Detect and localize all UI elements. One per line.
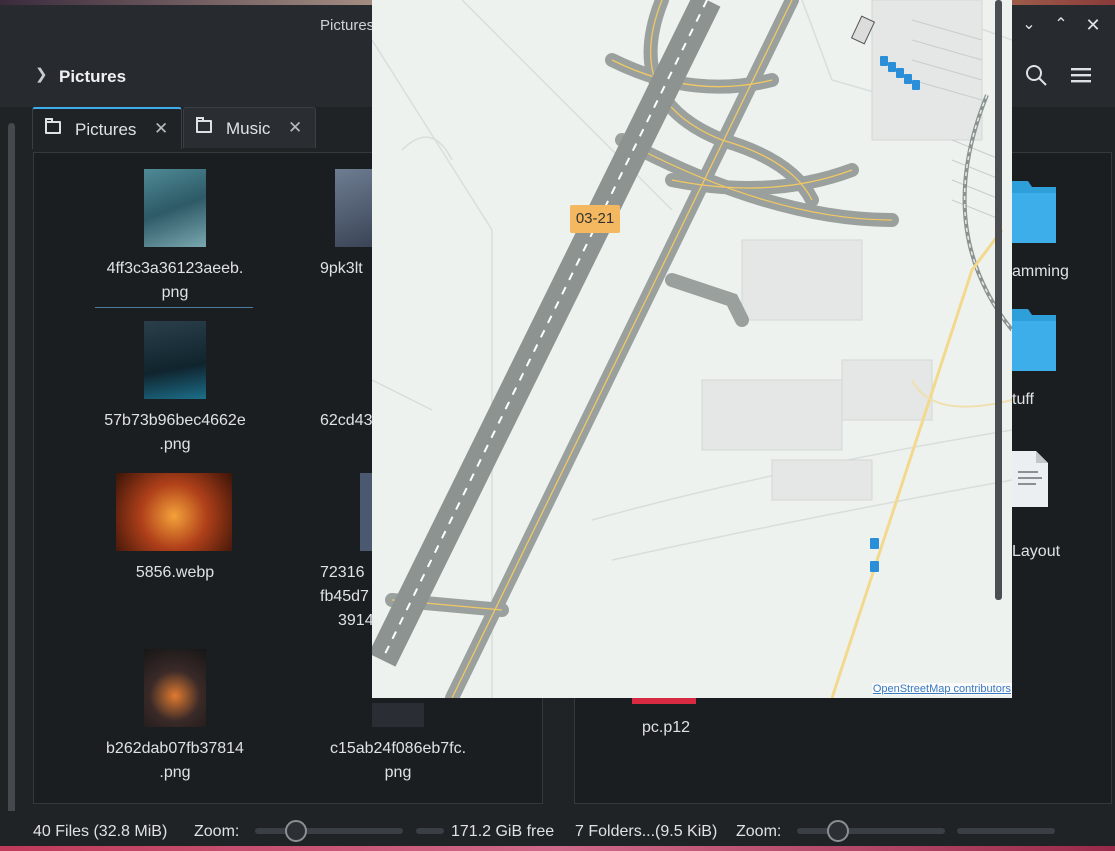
tab-pictures[interactable]: Pictures ✕ bbox=[32, 107, 182, 149]
file-name: b262dab07fb37814 bbox=[106, 740, 244, 757]
window-title: Pictures bbox=[320, 17, 375, 34]
hamburger-menu-icon[interactable] bbox=[1068, 62, 1094, 88]
folder-name: amming bbox=[1012, 263, 1069, 280]
image-thumbnail[interactable] bbox=[335, 169, 373, 247]
file-name: png bbox=[384, 764, 412, 781]
file-name: 5856.webp bbox=[135, 564, 215, 581]
file-name: 72316 bbox=[320, 564, 365, 581]
breadcrumb[interactable]: Pictures bbox=[59, 67, 126, 87]
image-thumbnail[interactable] bbox=[116, 473, 232, 551]
certificate-icon[interactable] bbox=[632, 698, 696, 704]
file-name: 62cd43 bbox=[320, 412, 373, 429]
file-name: 9pk3lt bbox=[320, 260, 363, 277]
right-space-bar bbox=[957, 828, 1055, 834]
right-zoom-label: Zoom: bbox=[736, 823, 782, 840]
right-zoom-slider[interactable] bbox=[797, 828, 945, 834]
file-name: Layout bbox=[1012, 543, 1061, 560]
selection-underline bbox=[95, 307, 253, 308]
search-icon[interactable] bbox=[1023, 62, 1049, 88]
wallpaper-bottom bbox=[0, 846, 1115, 851]
breadcrumb-chevron-icon: ❯ bbox=[35, 66, 48, 83]
image-thumbnail[interactable] bbox=[144, 321, 206, 399]
document-icon[interactable] bbox=[1012, 451, 1048, 507]
folder-icon bbox=[45, 118, 61, 134]
file-name: 3914 bbox=[338, 612, 374, 629]
tab-music[interactable]: Music ✕ bbox=[183, 107, 316, 148]
left-scrollbar[interactable] bbox=[8, 123, 15, 823]
map-scrollbar[interactable] bbox=[995, 0, 1002, 600]
file-name: pc.p12 bbox=[641, 719, 691, 736]
minimize-button[interactable]: ⌄ bbox=[1018, 14, 1040, 36]
file-name: c15ab24f086eb7fc. bbox=[329, 740, 467, 757]
tab-label: Pictures bbox=[75, 120, 137, 139]
tab-label: Music bbox=[226, 119, 271, 138]
folder-icon[interactable] bbox=[1010, 173, 1058, 249]
image-thumbnail[interactable] bbox=[144, 649, 206, 727]
tab-close-icon[interactable]: ✕ bbox=[288, 118, 302, 138]
right-zoom-handle[interactable] bbox=[827, 820, 849, 842]
map-canvas[interactable] bbox=[372, 0, 1012, 698]
file-name: .png bbox=[159, 436, 191, 453]
runway-label: 03-21 bbox=[570, 205, 620, 233]
map-attribution-link[interactable]: OpenStreetMap contributors bbox=[871, 683, 1012, 695]
left-file-count: 40 Files (32.8 MiB) bbox=[33, 823, 168, 840]
left-zoom-slider[interactable] bbox=[255, 828, 403, 834]
folder-icon[interactable] bbox=[1010, 301, 1058, 377]
left-zoom-label: Zoom: bbox=[194, 823, 240, 840]
left-zoom-handle[interactable] bbox=[285, 820, 307, 842]
close-button[interactable]: ✕ bbox=[1082, 14, 1104, 36]
tab-close-icon[interactable]: ✕ bbox=[154, 119, 168, 139]
status-bar: 40 Files (32.8 MiB) Zoom: 171.2 GiB free… bbox=[0, 811, 1115, 851]
right-file-count: 7 Folders...(9.5 KiB) bbox=[575, 823, 718, 840]
file-name: 4ff3c3a36123aeeb. bbox=[106, 260, 244, 277]
image-thumbnail[interactable] bbox=[372, 703, 424, 727]
folder-icon bbox=[196, 117, 212, 133]
space-bar bbox=[416, 828, 444, 834]
folder-name: tuff bbox=[1012, 391, 1034, 408]
image-thumbnail[interactable] bbox=[360, 473, 372, 551]
file-name: fb45d7 bbox=[320, 588, 369, 605]
file-name: png bbox=[161, 284, 189, 301]
map-popup[interactable]: 03-21 OpenStreetMap contributors bbox=[372, 0, 1012, 698]
file-name: 57b73b96bec4662e bbox=[104, 412, 246, 429]
image-thumbnail[interactable] bbox=[144, 169, 206, 247]
maximize-button[interactable]: ⌃ bbox=[1050, 14, 1072, 36]
file-name: .png bbox=[159, 764, 191, 781]
free-space-label: 171.2 GiB free bbox=[451, 823, 555, 840]
